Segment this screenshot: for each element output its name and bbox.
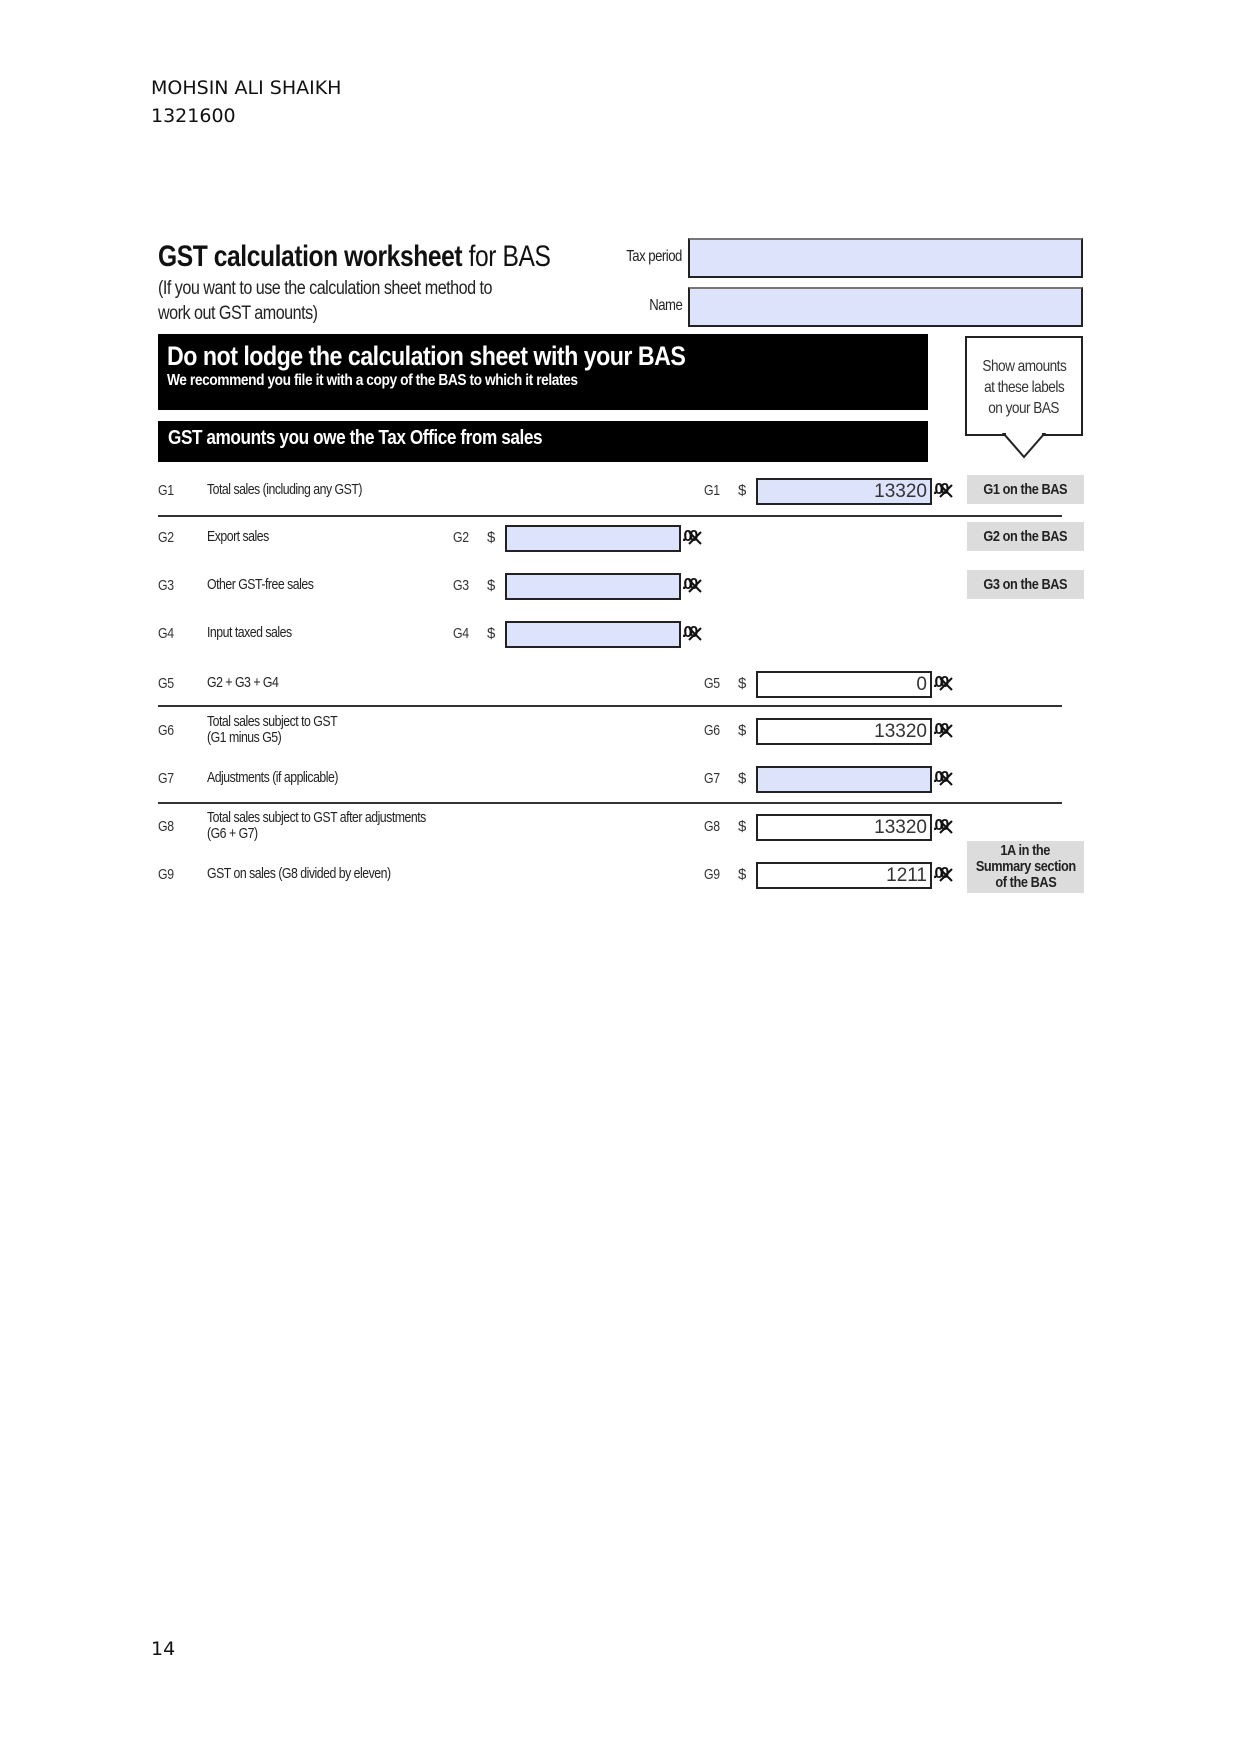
currency-symbol: $ [738, 818, 747, 835]
field-code: G4 [453, 625, 469, 642]
name-field[interactable] [688, 287, 1083, 327]
field-code: G3 [453, 577, 469, 594]
name-label: Name [648, 297, 683, 314]
row-code: G1 [158, 482, 174, 499]
callout-line-2: at these labels [983, 379, 1065, 396]
row-code: G7 [158, 770, 174, 787]
bas-label: G1 on the BAS [967, 475, 1084, 504]
field-code: G1 [704, 482, 720, 499]
row-description: Adjustments (if applicable) [207, 769, 338, 786]
callout-box: Show amounts at these labels on your BAS [965, 336, 1083, 436]
form-title-regular: for BAS [462, 240, 551, 273]
amount-field-6[interactable]: 13320 [756, 718, 932, 745]
currency-symbol: $ [738, 722, 747, 739]
subtitle-line-1: (If you want to use the calculation shee… [158, 278, 493, 299]
warning-banner: Do not lodge the calculation sheet with … [158, 334, 928, 410]
currency-symbol: $ [738, 770, 747, 787]
warning-subtitle: We recommend you file it with a copy of … [167, 372, 578, 389]
bas-label: G3 on the BAS [967, 570, 1084, 599]
section-title: GST amounts you owe the Tax Office from … [168, 427, 543, 449]
row-code: G2 [158, 529, 174, 546]
row-code: G5 [158, 675, 174, 692]
row-code: G3 [158, 577, 174, 594]
field-code: G7 [704, 770, 720, 787]
callout-line-3: on your BAS [988, 400, 1060, 417]
cents-crossed-icon: .00 [933, 769, 955, 789]
bas-label: G2 on the BAS [967, 522, 1084, 551]
field-code: G5 [704, 675, 720, 692]
row-description: Total sales subject to GST after adjustm… [207, 809, 426, 826]
callout-pointer-icon [1002, 433, 1046, 459]
row-divider [158, 802, 1062, 804]
currency-symbol: $ [487, 625, 496, 642]
amount-field-8[interactable]: 13320 [756, 814, 932, 841]
amount-field-5[interactable]: 0 [756, 671, 932, 698]
cents-crossed-icon: .00 [933, 674, 955, 694]
currency-symbol: $ [738, 866, 747, 883]
field-code: G9 [704, 866, 720, 883]
row-code: G9 [158, 866, 174, 883]
row-divider [158, 705, 1062, 707]
currency-symbol: $ [487, 529, 496, 546]
row-description: GST on sales (G8 divided by eleven) [207, 865, 391, 882]
cents-crossed-icon: .00 [933, 481, 955, 501]
cents-crossed-icon: .00 [933, 721, 955, 741]
field-code: G2 [453, 529, 469, 546]
cents-crossed-icon: .00 [933, 865, 955, 885]
form-title-bold: GST calculation worksheet [158, 240, 463, 273]
callout-line-1: Show amounts [982, 358, 1066, 375]
amount-field-7[interactable] [756, 766, 932, 793]
field-code: G8 [704, 818, 720, 835]
cents-crossed-icon: .00 [682, 576, 704, 596]
row-description: Export sales [207, 528, 269, 545]
amount-field-3[interactable] [505, 573, 681, 600]
currency-symbol: $ [738, 482, 747, 499]
tax-period-field[interactable] [688, 238, 1083, 278]
subtitle-line-2: work out GST amounts) [158, 303, 318, 324]
student-id: 1321600 [151, 105, 236, 127]
form-title: GST calculation worksheet for BAS [158, 240, 637, 274]
warning-title: Do not lodge the calculation sheet with … [167, 341, 686, 371]
section-header: GST amounts you owe the Tax Office from … [158, 421, 928, 462]
cents-crossed-icon: .00 [682, 528, 704, 548]
amount-field-9[interactable]: 1211 [756, 862, 932, 889]
amount-field-4[interactable] [505, 621, 681, 648]
row-description: Total sales (including any GST) [207, 481, 362, 498]
cents-crossed-icon: .00 [682, 624, 704, 644]
row-description: Input taxed sales [207, 624, 292, 641]
row-description-formula: (G1 minus G5) [207, 729, 282, 746]
row-description: Other GST-free sales [207, 576, 314, 593]
row-code: G8 [158, 818, 174, 835]
cents-crossed-icon: .00 [933, 817, 955, 837]
author-name: MOHSIN ALI SHAIKH [151, 77, 342, 99]
currency-symbol: $ [738, 675, 747, 692]
row-code: G6 [158, 722, 174, 739]
amount-field-2[interactable] [505, 525, 681, 552]
row-description-formula: (G6 + G7) [207, 825, 258, 842]
row-description: Total sales subject to GST [207, 713, 338, 730]
amount-field-1[interactable]: 13320 [756, 478, 932, 505]
currency-symbol: $ [487, 577, 496, 594]
row-code: G4 [158, 625, 174, 642]
tax-period-label: Tax period [626, 248, 682, 265]
bas-label-summary: 1A in the Summary section of the BAS [967, 841, 1084, 893]
page-number: 14 [151, 1638, 176, 1660]
field-code: G6 [704, 722, 720, 739]
row-divider [158, 515, 1062, 517]
row-description: G2 + G3 + G4 [207, 674, 279, 691]
form-subtitle: (If you want to use the calculation shee… [158, 276, 551, 326]
